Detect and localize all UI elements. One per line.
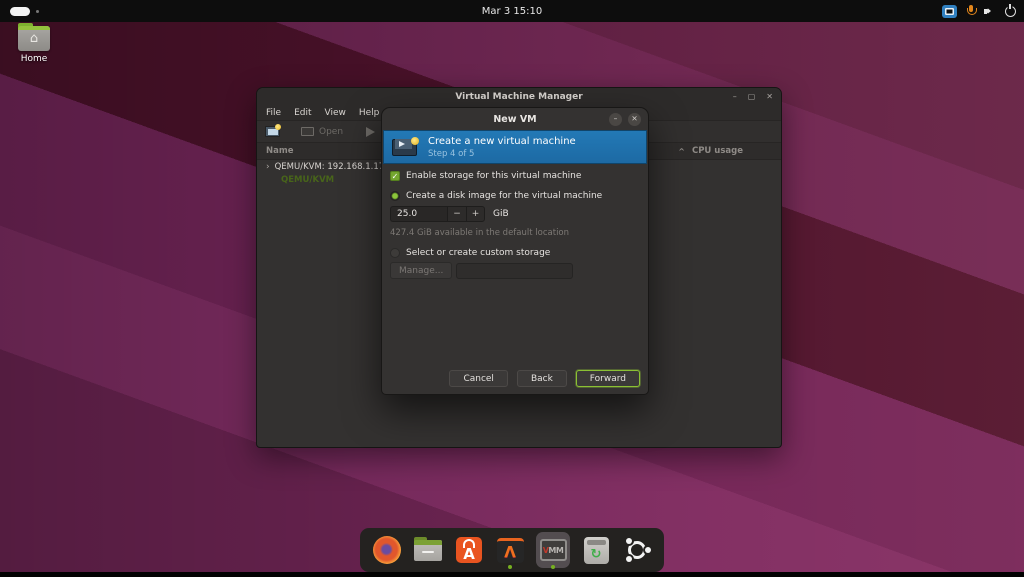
activities-indicator[interactable] [10, 7, 39, 16]
virt-manager-icon: VMM [540, 539, 567, 561]
expander-icon[interactable]: › [266, 162, 270, 172]
software-boutique-icon: A [456, 537, 482, 563]
available-space-note: 427.4 GiB available in the default locat… [390, 228, 640, 238]
forward-button[interactable]: Forward [576, 370, 640, 387]
dialog-body: ✓ Enable storage for this virtual machin… [382, 164, 648, 279]
running-indicator [551, 565, 555, 569]
microphone-icon[interactable] [966, 5, 975, 18]
minimize-icon[interactable]: – [733, 93, 737, 101]
menu-edit[interactable]: Edit [294, 108, 311, 118]
workspace-dot-icon [36, 10, 39, 13]
disk-size-spinner: 25.0 − + GiB [390, 206, 640, 222]
menu-help[interactable]: Help [359, 108, 380, 118]
new-vm-icon[interactable] [265, 126, 280, 137]
enable-storage-label: Enable storage for this virtual machine [406, 171, 581, 181]
home-folder-icon: ⌂ [18, 26, 50, 51]
create-disk-label: Create a disk image for the virtual mach… [406, 191, 602, 201]
manage-button[interactable]: Manage... [390, 262, 452, 279]
vmm-window-controls: – ▢ ✕ [733, 88, 773, 105]
connection-label: QEMU/KVM: 192.168.1.173 [275, 162, 390, 172]
vmm-titlebar[interactable]: Virtual Machine Manager – ▢ ✕ [257, 88, 781, 105]
dock-ubuntu[interactable] [622, 532, 652, 568]
desktop-home-shortcut[interactable]: ⌂ Home [12, 26, 56, 64]
cpu-usage-label: CPU usage [692, 146, 743, 156]
clock[interactable]: Mar 3 15:10 [482, 6, 542, 17]
create-vm-icon [392, 137, 419, 158]
dock-software-updater[interactable]: ↻ [581, 532, 611, 568]
speaker-icon[interactable] [984, 5, 996, 17]
disk-size-input[interactable]: 25.0 [390, 206, 447, 222]
dock-software-boutique[interactable]: A [454, 532, 484, 568]
monitor-icon [301, 127, 314, 136]
dialog-close-icon[interactable]: ✕ [628, 113, 641, 126]
file-manager-icon [414, 540, 442, 561]
open-button[interactable]: Open [301, 127, 343, 137]
screen-bottom-edge [0, 572, 1024, 577]
vm-row-label: QEMU/KVM [281, 175, 334, 185]
active-app-highlight: VMM [536, 532, 570, 568]
wizard-step: Step 4 of 5 [428, 149, 576, 159]
dialog-title: New VM [493, 114, 536, 125]
run-icon[interactable] [366, 127, 375, 137]
workspace-pill-icon [10, 7, 30, 16]
menu-view[interactable]: View [325, 108, 346, 118]
enable-storage-checkbox[interactable]: ✓ [390, 171, 400, 181]
software-updater-icon: ↻ [584, 537, 609, 564]
dock-files[interactable] [413, 532, 443, 568]
dock-virt-manager[interactable]: VMM [536, 532, 570, 568]
dialog-minimize-icon[interactable]: – [609, 113, 622, 126]
create-disk-radio[interactable] [390, 191, 400, 201]
system-tray [942, 5, 1016, 18]
wizard-title: Create a new virtual machine [428, 136, 576, 147]
back-button[interactable]: Back [517, 370, 567, 387]
terminal-app-icon: Λ [497, 538, 524, 563]
create-disk-row[interactable]: Create a disk image for the virtual mach… [390, 191, 640, 201]
size-unit-label: GiB [493, 209, 509, 219]
dialog-footer: Cancel Back Forward [449, 370, 640, 387]
house-icon: ⌂ [18, 30, 50, 48]
home-label: Home [12, 54, 56, 64]
dock-firefox[interactable] [372, 532, 402, 568]
maximize-icon[interactable]: ▢ [748, 93, 756, 101]
ubuntu-logo-icon [624, 537, 650, 563]
custom-storage-path-input[interactable] [456, 263, 573, 279]
desktop-screen: Mar 3 15:10 ⌂ Home Virtual Machine Manag… [0, 0, 1024, 577]
new-vm-dialog: New VM – ✕ Create a new virtual machine … [381, 107, 649, 395]
vmm-window-title: Virtual Machine Manager [455, 92, 582, 102]
column-cpu-usage[interactable]: ^ CPU usage [678, 146, 743, 156]
custom-storage-row[interactable]: Select or create custom storage [390, 248, 640, 258]
spin-plus-button[interactable]: + [466, 206, 485, 222]
menu-file[interactable]: File [266, 108, 281, 118]
sort-ascending-icon: ^ [678, 147, 685, 156]
dialog-titlebar[interactable]: New VM – ✕ [382, 108, 648, 130]
input-source-icon[interactable] [942, 5, 957, 18]
close-icon[interactable]: ✕ [766, 93, 773, 101]
running-indicator [508, 565, 512, 569]
firefox-icon [373, 536, 401, 564]
column-name[interactable]: Name [257, 146, 293, 156]
top-panel: Mar 3 15:10 [0, 0, 1024, 22]
power-icon[interactable] [1005, 6, 1016, 17]
open-label: Open [319, 127, 343, 137]
spin-minus-button[interactable]: − [447, 206, 466, 222]
wizard-header: Create a new virtual machine Step 4 of 5 [383, 130, 647, 164]
dialog-controls: – ✕ [609, 108, 641, 130]
dock-terminal-app[interactable]: Λ [495, 532, 525, 568]
cancel-button[interactable]: Cancel [449, 370, 508, 387]
dock: A Λ VMM ↻ [360, 528, 664, 572]
enable-storage-row[interactable]: ✓ Enable storage for this virtual machin… [390, 171, 640, 181]
custom-storage-label: Select or create custom storage [406, 248, 550, 258]
custom-storage-radio[interactable] [390, 248, 400, 258]
manage-row: Manage... [390, 262, 640, 279]
